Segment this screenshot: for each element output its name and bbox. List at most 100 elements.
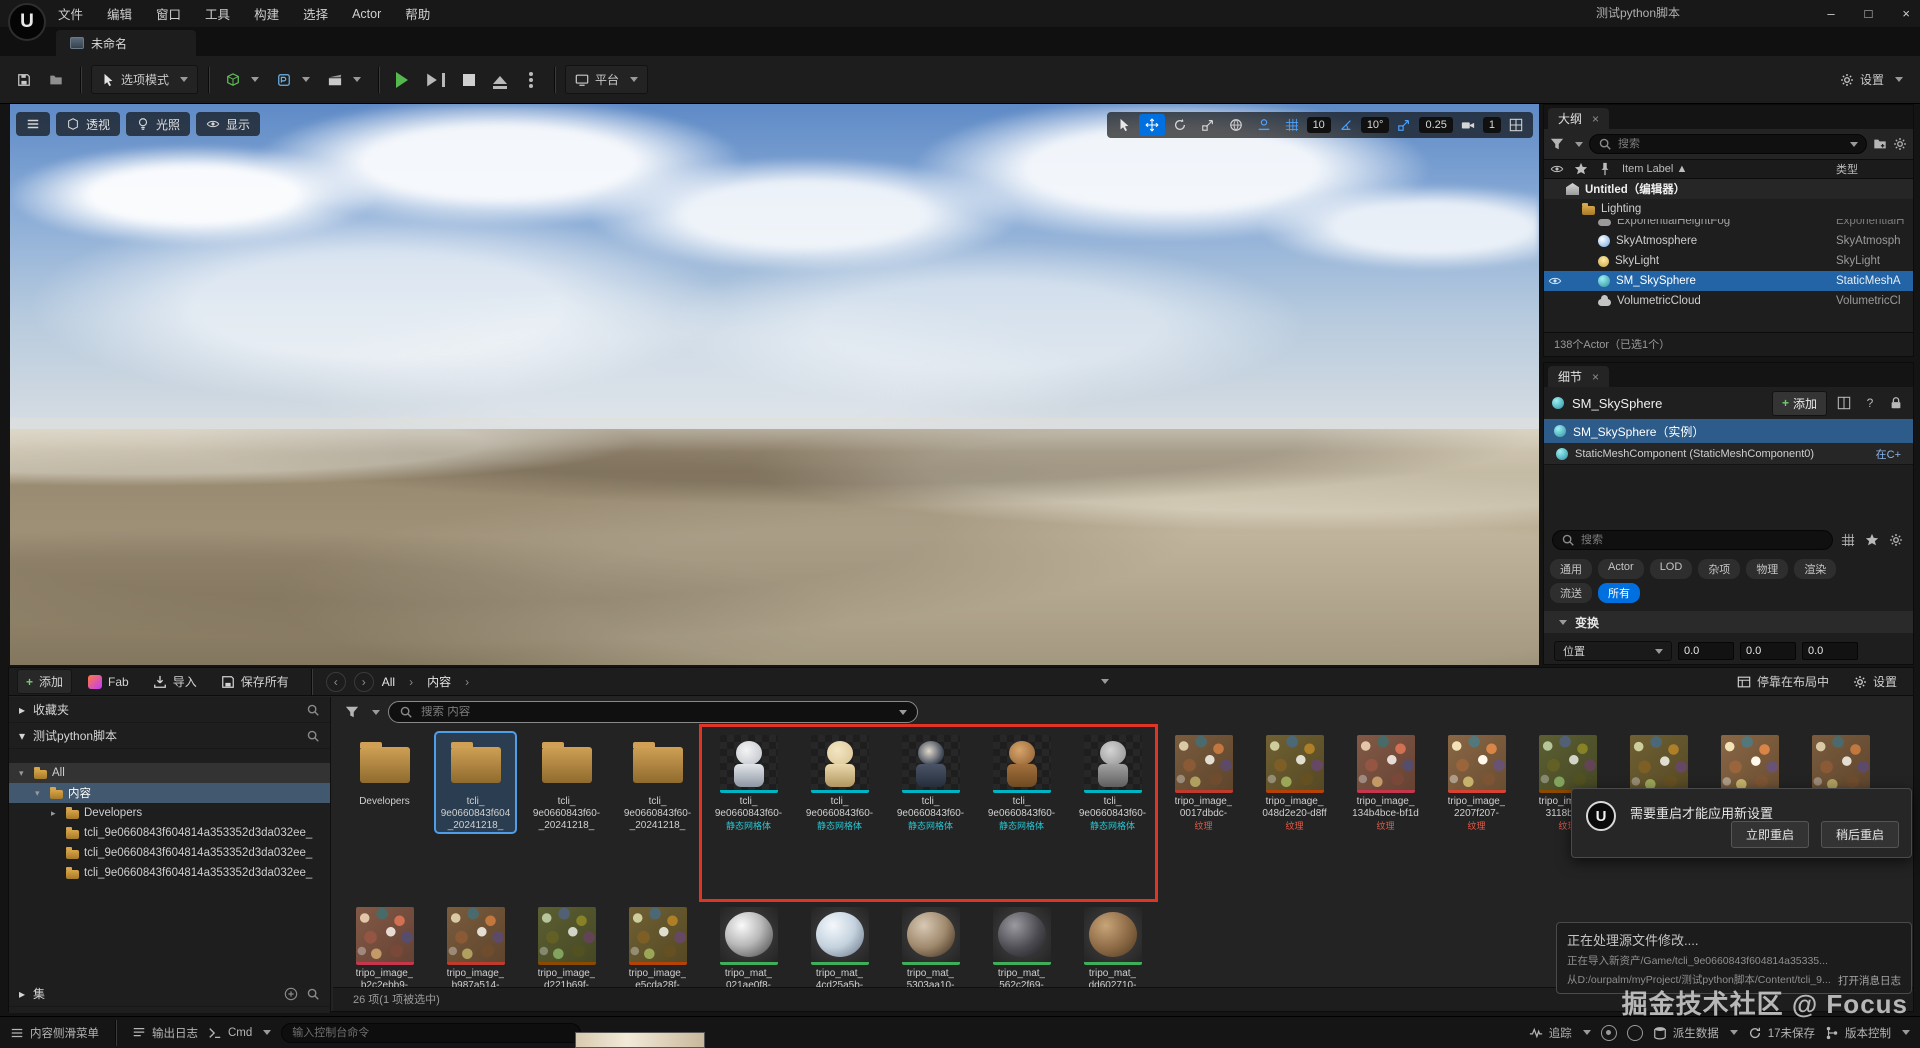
collections-row[interactable]: ▸ 集 (9, 981, 330, 1007)
details-filter-chip[interactable]: 渲染 (1794, 559, 1837, 579)
favorites-star-icon[interactable] (1863, 533, 1881, 548)
add-actor-button[interactable] (219, 68, 266, 92)
asset-tile[interactable]: tcli_ 9e0660843f60- 静态网格体 (891, 733, 970, 832)
search-icon[interactable] (306, 728, 320, 743)
surface-snap-button[interactable] (1251, 114, 1277, 136)
filter-icon[interactable] (345, 705, 359, 719)
menu-item[interactable]: 文件 (58, 4, 83, 23)
frame-skip-button[interactable] (419, 67, 452, 93)
close-icon[interactable]: × (1592, 370, 1599, 384)
favorites-section[interactable]: ▸ 收藏夹 (9, 697, 330, 723)
asset-tile[interactable]: tcli_ 9e0660843f60- _20241218_ (618, 733, 697, 832)
output-log-button[interactable]: 输出日志 (132, 1025, 198, 1041)
maximize-button[interactable]: □ (1865, 6, 1873, 21)
cinematics-button[interactable] (321, 68, 368, 92)
import-button[interactable]: 导入 (145, 670, 205, 693)
location-x-field[interactable] (1678, 642, 1734, 660)
details-filter-chip[interactable]: 流送 (1550, 583, 1592, 603)
viewport-menu-button[interactable] (16, 112, 50, 136)
breadcrumb-all[interactable]: All (382, 675, 395, 689)
asset-tile[interactable]: tripo_mat_ 5303aa10- (891, 905, 970, 989)
cb-settings-button[interactable]: 设置 (1845, 670, 1905, 693)
forward-button[interactable]: › (353, 671, 374, 692)
details-filter-chip[interactable]: 所有 (1598, 583, 1640, 603)
menu-item[interactable]: 选择 (303, 4, 328, 23)
rotation-snap-value[interactable]: 10° (1360, 117, 1390, 133)
asset-tile[interactable]: tcli_ 9e0660843f604 _20241218_ (436, 733, 515, 832)
star-column-icon[interactable] (1574, 162, 1588, 176)
scale-snap-button[interactable] (1391, 114, 1417, 136)
play-options-button[interactable] (518, 73, 544, 87)
folder-tree-item[interactable]: tcli_9e0660843f604814a353352d3da032ee_ (9, 823, 330, 843)
outliner-row[interactable]: SM_SkySphere StaticMeshA (1544, 271, 1913, 291)
viewport-lit-dropdown[interactable]: 光照 (126, 112, 191, 136)
details-filter-chip[interactable]: 通用 (1550, 559, 1592, 579)
stop-button[interactable] (456, 69, 482, 91)
outliner-row[interactable]: SkyAtmosphere SkyAtmosph (1544, 231, 1913, 251)
details-filter-chip[interactable]: 物理 (1746, 559, 1789, 579)
outliner-search-input[interactable] (1618, 138, 1839, 150)
details-filter-chip[interactable]: 杂项 (1698, 559, 1741, 579)
add-content-button[interactable]: + 添加 (17, 669, 73, 694)
camera-speed-value[interactable]: 1 (1482, 117, 1501, 133)
close-icon[interactable]: × (1592, 112, 1599, 126)
new-folder-icon[interactable] (1873, 137, 1887, 151)
details-filter-chip[interactable]: Actor (1598, 559, 1644, 579)
insights-icon[interactable] (1600, 1024, 1617, 1041)
type-column[interactable]: 类型 (1836, 161, 1858, 177)
tab-details[interactable]: 细节 × (1548, 366, 1610, 387)
search-icon[interactable] (306, 986, 320, 1001)
content-drawer-toggle[interactable]: 内容侧滑菜单 (10, 1025, 99, 1041)
restart-later-button[interactable]: 稍后重启 (1820, 821, 1899, 848)
scale-tool-button[interactable] (1195, 114, 1221, 136)
rotate-tool-button[interactable] (1167, 114, 1193, 136)
outliner-row[interactable]: SkyLight SkyLight (1544, 251, 1913, 271)
menu-item[interactable]: 编辑 (107, 4, 132, 23)
menu-item[interactable]: 窗口 (156, 4, 181, 23)
lock-icon[interactable] (1887, 396, 1905, 411)
move-tool-button[interactable] (1138, 114, 1165, 136)
menu-item[interactable]: 构建 (254, 4, 279, 23)
add-component-button[interactable]: + 添加 (1771, 390, 1827, 416)
editor-mode-dropdown[interactable]: 选项模式 (91, 65, 199, 94)
grid-snap-value[interactable]: 10 (1306, 117, 1331, 133)
asset-tile[interactable]: tripo_image_ 2207f207- 纹理 (1437, 733, 1516, 832)
folder-tree-item[interactable]: ▾ 内容 (9, 783, 330, 803)
asset-tile[interactable]: tripo_mat_ 4cd25a5b- (800, 905, 879, 989)
gear-icon[interactable] (1893, 137, 1907, 151)
pin-column-icon[interactable] (1598, 162, 1612, 176)
asset-tile[interactable]: tripo_mat_ 562c2f69- (982, 905, 1061, 989)
gear-icon[interactable] (1887, 533, 1905, 548)
breadcrumb-content[interactable]: 内容 (427, 673, 451, 690)
camera-speed-button[interactable] (1455, 114, 1481, 136)
select-tool-button[interactable] (1111, 114, 1137, 136)
close-button[interactable]: × (1902, 6, 1910, 21)
search-icon[interactable] (306, 702, 320, 717)
scale-snap-value[interactable]: 0.25 (1419, 117, 1453, 133)
menu-item[interactable]: 帮助 (405, 4, 430, 23)
location-y-field[interactable] (1740, 642, 1796, 660)
path-options-chevron-icon[interactable] (1100, 679, 1109, 684)
location-z-field[interactable] (1802, 642, 1858, 660)
asset-search-input[interactable] (421, 706, 886, 718)
viewport-perspective-dropdown[interactable]: 透视 (56, 112, 121, 136)
location-dropdown[interactable]: 位置 (1554, 641, 1672, 661)
revision-control-dropdown[interactable]: 版本控制 (1825, 1025, 1910, 1041)
asset-tile[interactable]: tcli_ 9e0660843f60- 静态网格体 (1073, 733, 1152, 832)
instance-row[interactable]: SM_SkySphere（实例） (1544, 419, 1913, 443)
world-local-toggle[interactable] (1223, 114, 1249, 136)
back-button[interactable]: ‹ (325, 671, 346, 692)
play-button[interactable] (389, 67, 415, 93)
session-icon[interactable] (1626, 1024, 1643, 1041)
asset-tile[interactable]: tripo_mat_ dd602710- (1073, 905, 1152, 989)
menu-item[interactable]: Actor (352, 7, 381, 21)
asset-tile[interactable]: tcli_ 9e0660843f60- 静态网格体 (709, 733, 788, 832)
asset-tile[interactable]: tripo_image_ b987a514- (436, 905, 515, 989)
tab-outliner[interactable]: 大纲 × (1548, 108, 1610, 129)
unreal-logo[interactable]: U (8, 3, 46, 41)
restart-now-button[interactable]: 立即重启 (1730, 821, 1809, 848)
folder-tree-item[interactable]: ▾ All (9, 763, 330, 783)
folder-tree-item[interactable]: tcli_9e0660843f604814a353352d3da032ee_ (9, 843, 330, 863)
maximize-viewport-button[interactable] (1503, 114, 1529, 136)
outliner-row[interactable]: ExponentialHeightFog ExponentialH (1544, 219, 1913, 231)
